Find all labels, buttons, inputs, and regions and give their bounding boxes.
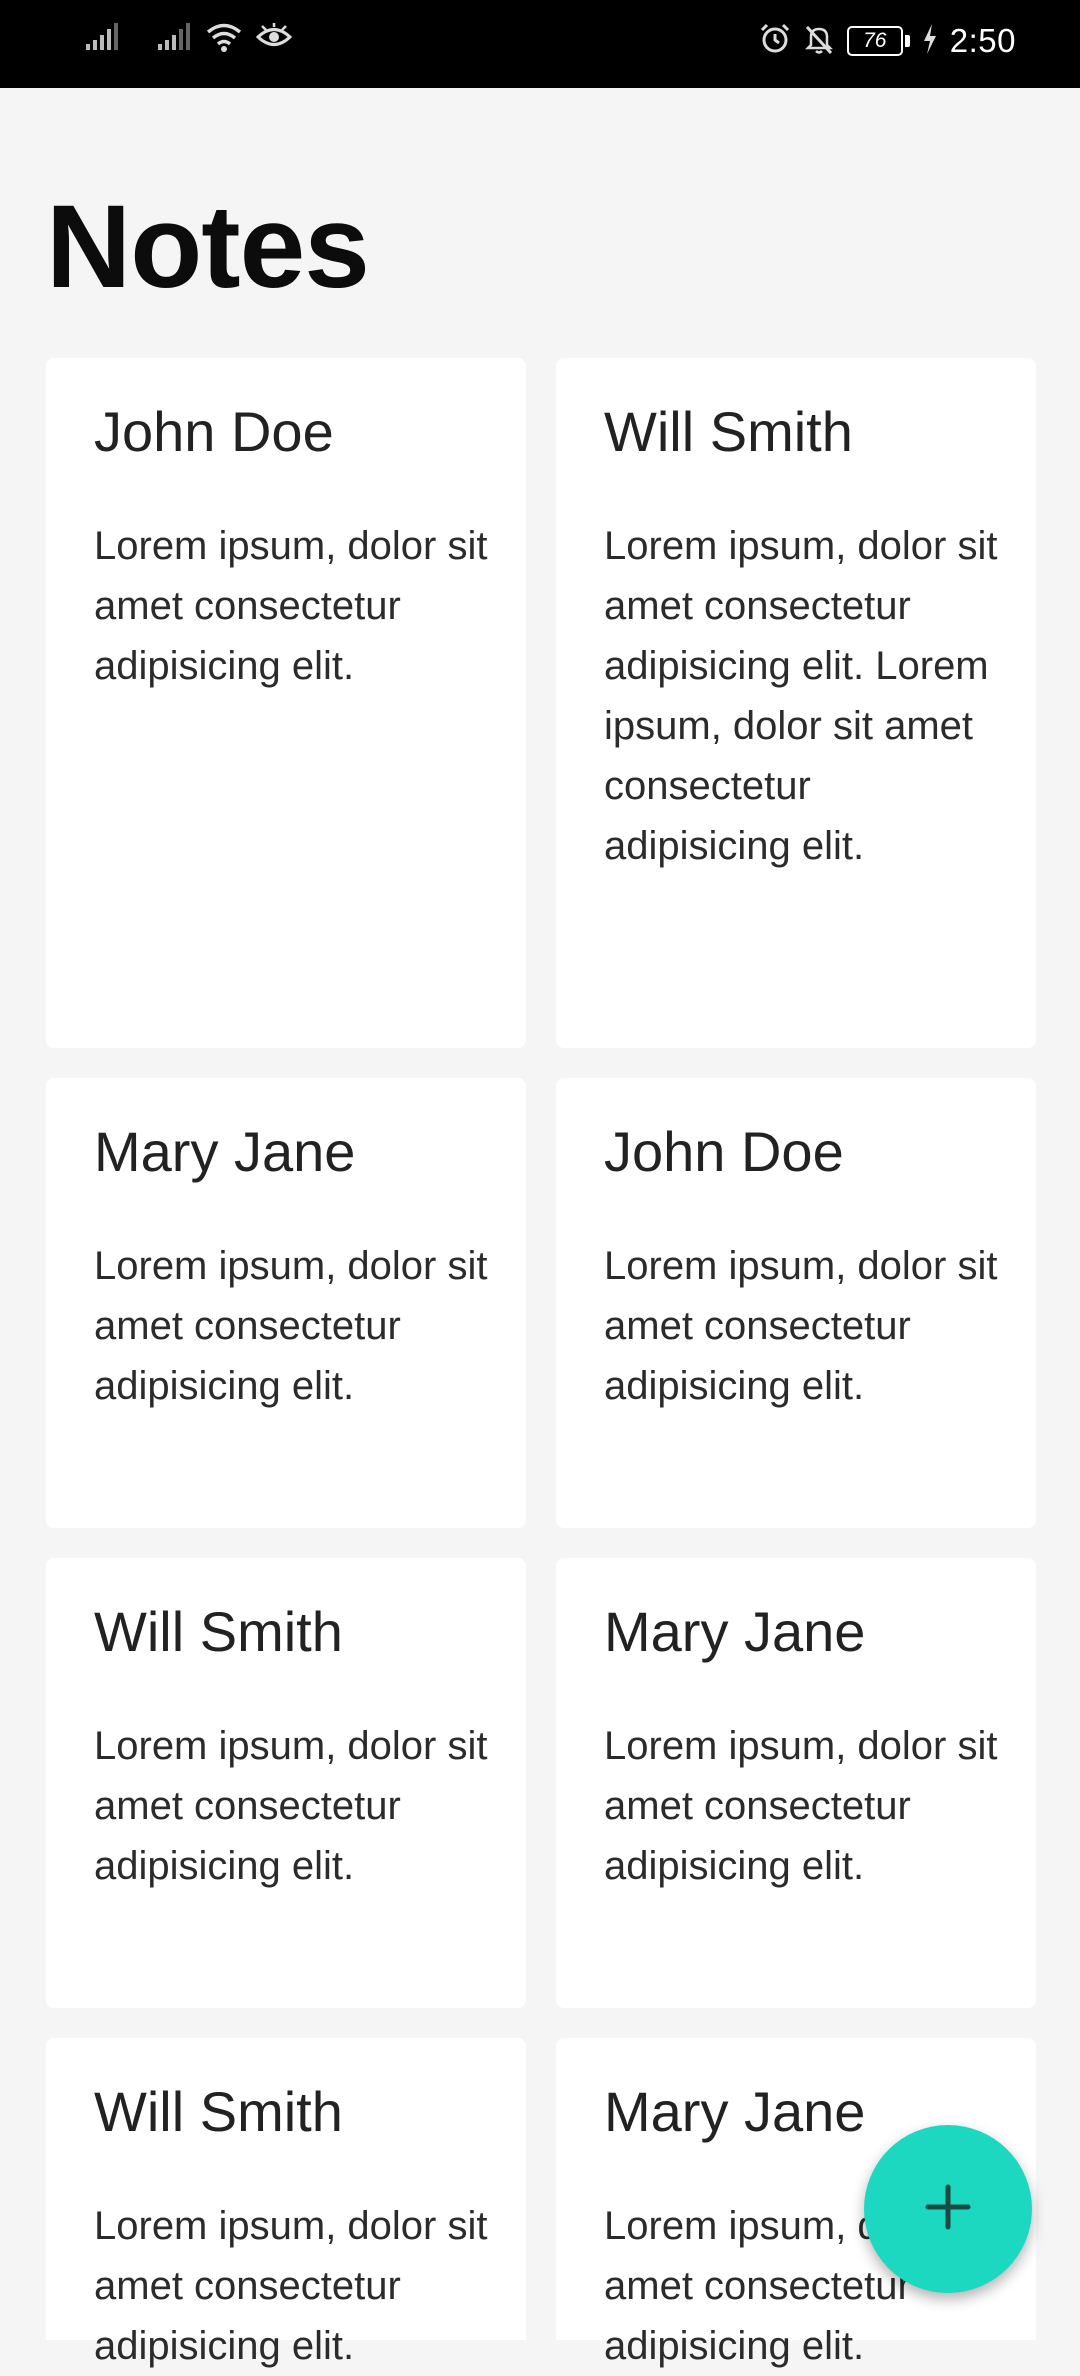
note-card[interactable]: Mary Jane Lorem ipsum, dolor sit amet co… — [46, 1078, 526, 1528]
note-body: Lorem ipsum, dolor sit amet consectetur … — [604, 524, 998, 868]
add-note-button[interactable] — [864, 2125, 1032, 2293]
note-body: Lorem ipsum, dolor sit amet consectetur … — [604, 1724, 998, 1888]
note-card[interactable]: Will Smith Lorem ipsum, dolor sit amet c… — [556, 358, 1036, 1048]
battery-icon: 76 — [846, 26, 910, 56]
signal-icon — [158, 22, 192, 57]
alarm-icon — [759, 23, 791, 60]
note-title: John Doe — [94, 400, 334, 463]
plus-icon — [922, 2181, 974, 2238]
note-title: John Doe — [604, 1120, 844, 1183]
charging-icon — [922, 23, 938, 59]
status-left-icons — [86, 22, 293, 57]
page-title: Notes — [46, 181, 370, 313]
note-body: Lorem ipsum, dolor sit amet consectetur … — [604, 1244, 998, 1408]
note-title: Will Smith — [94, 1600, 343, 1663]
note-card[interactable]: John Doe Lorem ipsum, dolor sit amet con… — [556, 1078, 1036, 1528]
note-title: Mary Jane — [604, 2080, 866, 2143]
signal-icon — [86, 22, 120, 57]
wifi-icon — [206, 22, 242, 57]
status-time: 2:50 — [949, 22, 1016, 59]
note-body: Lorem ipsum, dolor sit amet consectetur … — [94, 524, 488, 688]
note-card[interactable]: Mary Jane Lorem ipsum, dolor sit amet co… — [556, 1558, 1036, 2008]
note-title: Will Smith — [94, 2080, 343, 2143]
note-card[interactable]: John Doe Lorem ipsum, dolor sit amet con… — [46, 358, 526, 1048]
battery-level: 76 — [846, 26, 903, 56]
eye-icon — [255, 22, 293, 57]
note-body: Lorem ipsum, dolor sit amet consectetur … — [94, 2204, 488, 2368]
note-title: Mary Jane — [94, 1120, 356, 1183]
status-bar: 76 2:50 — [0, 0, 1080, 88]
status-right-icons: 76 2:50 — [759, 22, 1016, 60]
note-card[interactable]: Will Smith Lorem ipsum, dolor sit amet c… — [46, 2038, 526, 2368]
note-card[interactable]: Will Smith Lorem ipsum, dolor sit amet c… — [46, 1558, 526, 2008]
bell-off-icon — [803, 23, 835, 60]
note-title: Will Smith — [604, 400, 853, 463]
note-body: Lorem ipsum, dolor sit amet consectetur … — [94, 1724, 488, 1888]
note-title: Mary Jane — [604, 1600, 866, 1663]
note-body: Lorem ipsum, dolor sit amet consectetur … — [94, 1244, 488, 1408]
